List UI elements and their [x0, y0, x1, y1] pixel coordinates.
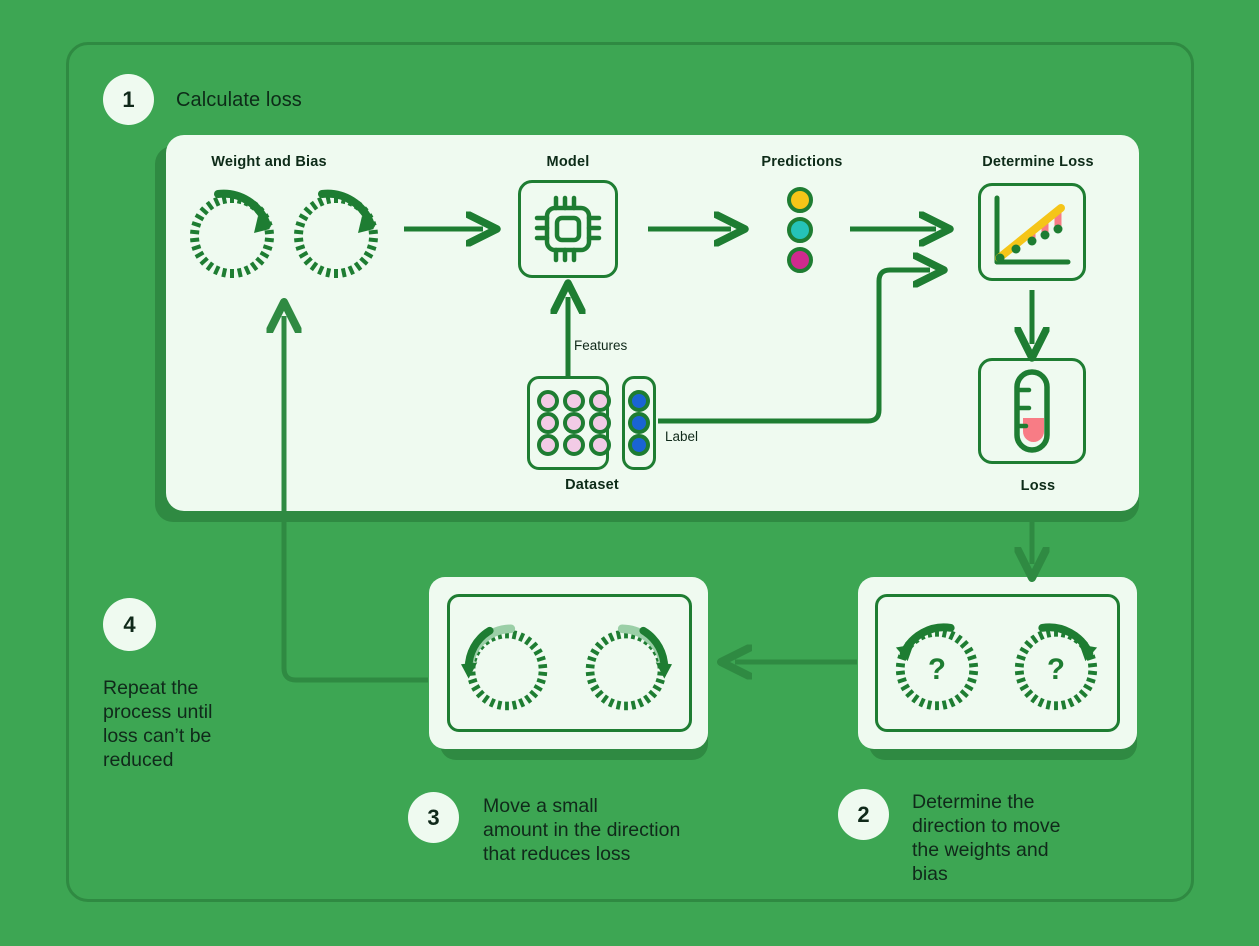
dial-weight-adjust [461, 624, 553, 716]
dial-question-mark: ? [1047, 653, 1065, 686]
feature-dot [563, 390, 585, 412]
feature-dot [537, 412, 559, 434]
label-predictions: Predictions [761, 154, 843, 170]
cpu-chip-icon [528, 190, 608, 273]
step-text-4: Repeat the process until loss can’t be r… [103, 677, 213, 771]
step-text-2: Determine the direction to move the weig… [912, 791, 1061, 885]
dial-bias-adjust [580, 624, 672, 716]
prediction-dot-yellow [787, 187, 813, 213]
feature-dot [537, 434, 559, 456]
step-badge-4: 4 [103, 598, 156, 651]
step-title-1: Calculate loss [176, 89, 302, 111]
dial-weight-unknown: ? [890, 622, 984, 716]
feature-dot [589, 390, 611, 412]
label-dot [628, 412, 650, 434]
feature-dot [589, 434, 611, 456]
label-model: Model [546, 154, 590, 170]
step-badge-2: 2 [838, 789, 889, 840]
step-text-3: Move a small amount in the direction tha… [483, 795, 681, 865]
dial-bias-unknown: ? [1009, 622, 1103, 716]
label-dataset: Dataset [565, 477, 619, 493]
dial-bias [288, 188, 384, 284]
feature-dot [563, 412, 585, 434]
label-dot [628, 390, 650, 412]
feature-dot [589, 412, 611, 434]
dial-weight [184, 188, 280, 284]
prediction-dot-cyan [787, 217, 813, 243]
label-determine-loss: Determine Loss [982, 154, 1094, 170]
label-loss: Loss [1020, 478, 1056, 494]
step-badge-3: 3 [408, 792, 459, 843]
label-dot [628, 434, 650, 456]
diagram-canvas: 1 Calculate loss Weight and Bias Model P… [0, 0, 1259, 946]
feature-dot [537, 390, 559, 412]
step-badge-1: 1 [103, 74, 154, 125]
dial-question-mark: ? [928, 653, 946, 686]
label-weight-and-bias: Weight and Bias [211, 154, 327, 170]
feature-dot [563, 434, 585, 456]
connector-label-label: Label [665, 429, 699, 444]
prediction-dot-magenta [787, 247, 813, 273]
connector-label-features: Features [574, 338, 628, 353]
loss-scatter-chart [988, 192, 1078, 279]
thermometer-icon [1004, 368, 1060, 461]
